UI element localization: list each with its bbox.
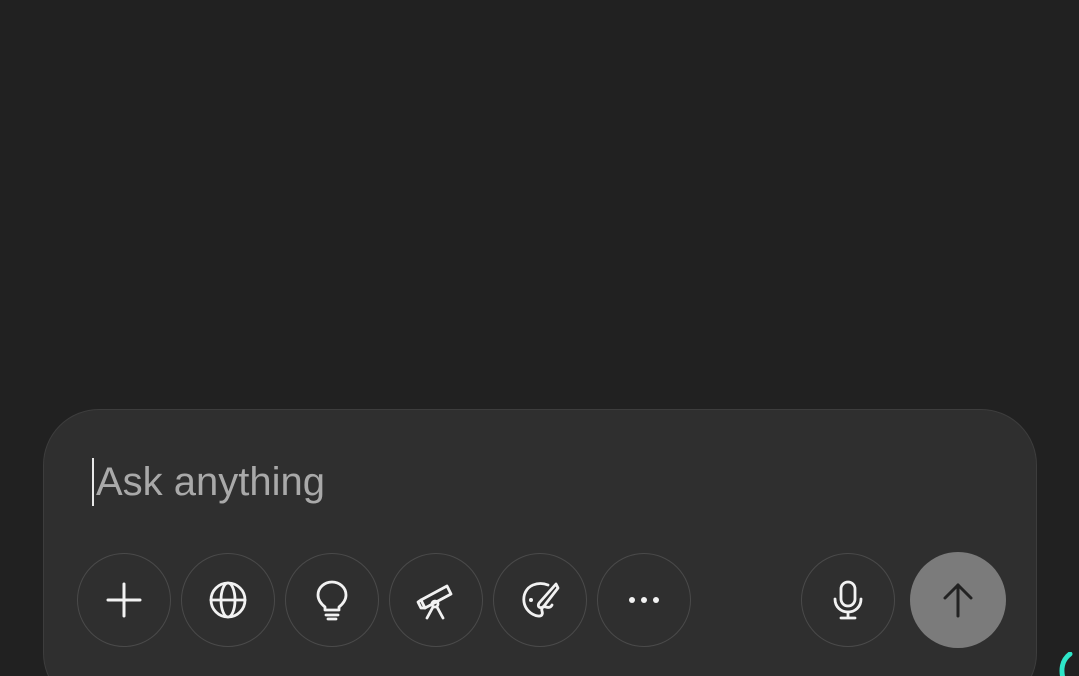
send-button[interactable] [910, 552, 1006, 648]
add-attachment-button[interactable] [77, 553, 171, 647]
lightbulb-icon [316, 580, 348, 621]
arrow-up-icon [943, 583, 973, 618]
microphone-icon [833, 580, 863, 620]
voice-input-button[interactable] [801, 553, 895, 647]
ellipsis-icon [629, 597, 659, 603]
more-tools-button[interactable] [597, 553, 691, 647]
reason-button[interactable] [285, 553, 379, 647]
telescope-icon [416, 584, 453, 620]
chat-page [0, 0, 1079, 676]
deep-research-button[interactable] [389, 553, 483, 647]
prompt-input[interactable] [96, 459, 896, 505]
create-image-button[interactable] [493, 553, 587, 647]
globe-icon [209, 581, 247, 619]
prompt-input-row[interactable] [92, 456, 896, 508]
search-web-button[interactable] [181, 553, 275, 647]
palette-icon [522, 582, 560, 618]
accent-mark-icon [1059, 652, 1073, 676]
plus-icon [106, 582, 142, 618]
prompt-composer [43, 409, 1037, 676]
text-cursor [92, 458, 94, 506]
